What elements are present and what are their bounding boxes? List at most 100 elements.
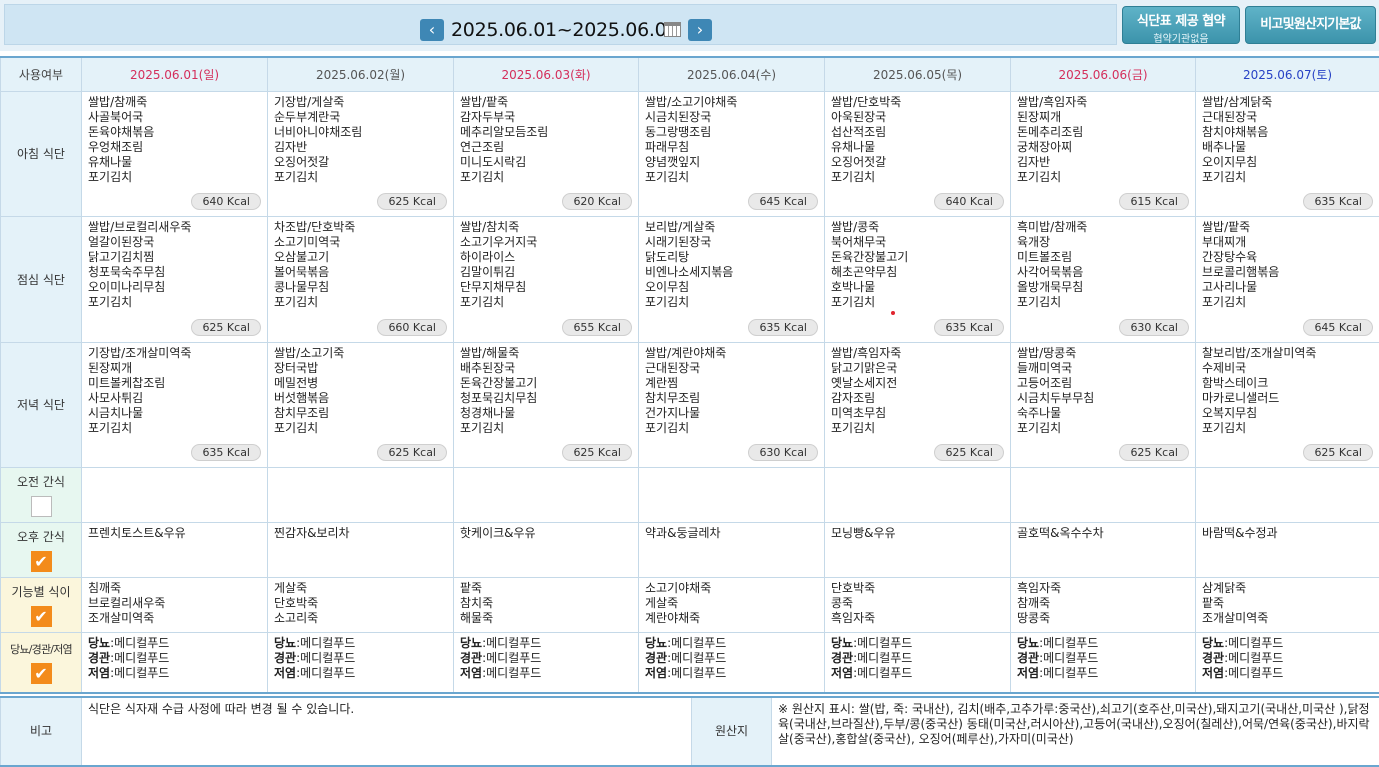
menu-item: 동그랑땡조림 <box>645 124 712 139</box>
menu-item: 배추나물 <box>1202 139 1247 154</box>
menu-item: 너비아니야채조림 <box>274 124 363 139</box>
breakfast-cell[interactable]: 쌀밥/참깨죽 사골북어국 돈육야채볶음 우엉채조림 유채나물 포기김치 640 Kcal <box>81 90 268 217</box>
menu-item: 포기김치 <box>645 294 690 309</box>
menu-item: 소고기우거지국 <box>460 234 538 249</box>
lunch-cell[interactable]: 보리밥/게살죽 시래기된장국 닭도리탕 비엔나소세지볶음 오이무침 포기김치 635 Kca… <box>638 215 825 343</box>
prev-week-button[interactable]: ‹ <box>420 19 444 41</box>
diet-item: 참깨죽 <box>1017 595 1051 610</box>
menu-item: 된장찌개 <box>1017 109 1062 124</box>
dinner-cell[interactable]: 기장밥/조개살미역죽 된장찌개 미트볼케찹조림 사모사튀김 시금치나물 포기김치 635 K… <box>81 341 268 468</box>
lunch-cell[interactable]: 흑미밥/참깨죽 육개장 미트볼조림 사각어묵볶음 올방개묵무침 포기김치 630 Kcal <box>1010 215 1196 343</box>
dinner-cell[interactable]: 찰보리밥/조개살미역죽 수제비국 함박스테이크 마카로니샐러드 오복지무침 포기김치 625… <box>1195 341 1379 468</box>
menu-item: 감자조림 <box>831 390 876 405</box>
breakfast-cell[interactable]: 쌀밥/삼계닭죽 근대된장국 참치야채볶음 배추나물 오이지무침 포기김치 635 Kcal <box>1195 90 1379 217</box>
diabetes-cell[interactable]: 당뇨:메디컬푸드 경관:메디컬푸드 저염:메디컬푸드 <box>638 631 825 694</box>
menu-item: 순두부계란국 <box>274 109 341 124</box>
am_snack-cell[interactable] <box>638 466 825 523</box>
lunch-cell[interactable]: 쌀밥/콩죽 북어채무국 돈육간장불고기 해초곤약무침 호박나물 포기김치 635 Kcal <box>824 215 1011 343</box>
day-header: 2025.06.05(목) <box>824 56 1011 92</box>
special-diet-type: 경관 <box>645 650 668 665</box>
menu-item: 닭고기김치찜 <box>88 249 155 264</box>
pm_snack-cell[interactable]: 바람떡&수정과 <box>1195 521 1379 578</box>
diet-item: 팥죽 <box>1202 595 1225 610</box>
breakfast-cell[interactable]: 쌀밥/소고기야채죽 시금치된장국 동그랑땡조림 파래무침 양념깻잎지 포기김치 645 Kc… <box>638 90 825 217</box>
menu-item: 시금치나물 <box>88 405 144 420</box>
functional-checkbox[interactable]: ✔ <box>30 605 52 627</box>
am_snack-cell[interactable] <box>453 466 639 523</box>
pm_snack-cell[interactable]: 모닝빵&우유 <box>824 521 1011 578</box>
origin-default-button[interactable]: 비고및원산지기본값 <box>1245 6 1376 44</box>
functional-cell[interactable]: 소고기야채죽 게살죽 계란야채죽 <box>638 576 825 633</box>
special-diet-line: 저염:메디컬푸드 <box>1202 666 1373 681</box>
am_snack-cell[interactable] <box>824 466 1011 523</box>
menu-item: 수제비국 <box>1202 360 1247 375</box>
snack-item: 바람떡&수정과 <box>1202 525 1278 540</box>
diabetes-cell[interactable]: 당뇨:메디컬푸드 경관:메디컬푸드 저염:메디컬푸드 <box>1010 631 1196 694</box>
kcal-badge: 625 Kcal <box>1119 443 1189 461</box>
diabetes-checkbox[interactable]: ✔ <box>30 662 52 684</box>
breakfast-cell[interactable]: 쌀밥/팥죽 감자두부국 메추리알모듬조림 연근조림 미니도시락김 포기김치 620 Kcal <box>453 90 639 217</box>
kcal-badge: 625 Kcal <box>562 443 632 461</box>
functional-cell[interactable]: 흑임자죽 참깨죽 땅콩죽 <box>1010 576 1196 633</box>
breakfast-cell[interactable]: 쌀밥/흑임자죽 된장찌개 돈메추리조림 궁채장아찌 김자반 포기김치 615 Kcal <box>1010 90 1196 217</box>
pm_snack-cell[interactable]: 골호떡&옥수수차 <box>1010 521 1196 578</box>
menu-item: 미트볼조림 <box>1017 249 1073 264</box>
dinner-cell[interactable]: 쌀밥/계란야채죽 근대된장국 계란찜 참치무조림 건가지나물 포기김치 630 Kcal <box>638 341 825 468</box>
breakfast-cell[interactable]: 기장밥/게살죽 순두부계란국 너비아니야채조림 김자반 오징어젓갈 포기김치 625 Kca… <box>267 90 454 217</box>
menu-item: 포기김치 <box>1017 420 1062 435</box>
functional-cell[interactable]: 게살죽 단호박죽 소고리죽 <box>267 576 454 633</box>
functional-cell[interactable]: 삼계닭죽 팥죽 조개살미역죽 <box>1195 576 1379 633</box>
diabetes-cell[interactable]: 당뇨:메디컬푸드 경관:메디컬푸드 저염:메디컬푸드 <box>453 631 639 694</box>
dinner-cell[interactable]: 쌀밥/해물죽 배추된장국 돈육간장불고기 청포묵김치무침 청경채나물 포기김치 625 Kc… <box>453 341 639 468</box>
menu-item: 우엉채조림 <box>88 139 144 154</box>
diet-item: 참치죽 <box>460 595 494 610</box>
pm_snack-cell[interactable]: 프렌치토스트&우유 <box>81 521 268 578</box>
snack-item: 찐감자&보리차 <box>274 525 350 540</box>
pm_snack-cell[interactable]: 핫케이크&우유 <box>453 521 639 578</box>
functional-cell[interactable]: 팥죽 참치죽 해물죽 <box>453 576 639 633</box>
next-week-button[interactable]: › <box>688 19 712 41</box>
contract-button[interactable]: 식단표 제공 협약 협약기관없음 <box>1122 6 1240 45</box>
breakfast-cell[interactable]: 쌀밥/단호박죽 아욱된장국 섭산적조림 유채나물 오징어젓갈 포기김치 640 Kcal <box>824 90 1011 217</box>
special-diet-value: :메디컬푸드 <box>110 650 170 665</box>
lunch-cell[interactable]: 쌀밥/브로컬리새우죽 얼갈이된장국 닭고기김치찜 청포묵숙주무침 오이미나리무침 포기김치… <box>81 215 268 343</box>
special-diet-value: :메디컬푸드 <box>853 665 913 680</box>
functional-cell[interactable]: 침깨죽 브로컬리새우죽 조개살미역죽 <box>81 576 268 633</box>
am_snack-cell[interactable] <box>1010 466 1196 523</box>
dinner-cell[interactable]: 쌀밥/땅콩죽 들깨미역국 고등어조림 시금치두부무침 숙주나물 포기김치 625 Kcal <box>1010 341 1196 468</box>
dinner-cell[interactable]: 쌀밥/소고기죽 장터국밥 메밀전병 버섯햄볶음 참치무조림 포기김치 625 Kcal <box>267 341 454 468</box>
snack-item: 골호떡&옥수수차 <box>1017 525 1104 540</box>
pm_snack-checkbox[interactable]: ✔ <box>30 550 52 572</box>
am_snack-checkbox[interactable] <box>30 495 52 517</box>
menu-item: 올방개묵무침 <box>1017 279 1084 294</box>
diabetes-cell[interactable]: 당뇨:메디컬푸드 경관:메디컬푸드 저염:메디컬푸드 <box>1195 631 1379 694</box>
am_snack-cell[interactable] <box>81 466 268 523</box>
am_snack-cell[interactable] <box>1195 466 1379 523</box>
menu-item: 흑미밥/참깨죽 <box>1017 219 1088 234</box>
lunch-cell[interactable]: 쌀밥/팥죽 부대찌개 간장탕수육 브로콜리햄볶음 고사리나물 포기김치 645 Kcal <box>1195 215 1379 343</box>
lunch-cell[interactable]: 차조밥/단호박죽 소고기미역국 오삼불고기 볼어묵볶음 콩나물무침 포기김치 660 Kca… <box>267 215 454 343</box>
origin-text[interactable]: ※ 원산지 표시: 쌀(밥, 죽: 국내산), 김치(배추,고추가루:중국산),… <box>771 696 1379 767</box>
pm_snack-cell[interactable]: 찐감자&보리차 <box>267 521 454 578</box>
diabetes-cell[interactable]: 당뇨:메디컬푸드 경관:메디컬푸드 저염:메디컬푸드 <box>824 631 1011 694</box>
pm_snack-cell[interactable]: 약과&둥글레차 <box>638 521 825 578</box>
functional-cell[interactable]: 단호박죽 콩죽 흑임자죽 <box>824 576 1011 633</box>
remark-text[interactable]: 식단은 식자재 수급 사정에 따라 변경 될 수 있습니다. <box>81 696 692 767</box>
calendar-icon[interactable] <box>664 22 681 37</box>
diabetes-cell[interactable]: 당뇨:메디컬푸드 경관:메디컬푸드 저염:메디컬푸드 <box>81 631 268 694</box>
special-diet-line: 경관:메디컬푸드 <box>1017 651 1189 666</box>
kcal-badge: 625 Kcal <box>1303 443 1373 461</box>
diabetes-row: 당뇨/경관/저염 ✔ 당뇨:메디컬푸드 경관:메디컬푸드 저염:메디컬푸드 당뇨:메디컬푸… <box>0 631 1379 694</box>
diabetes-cell[interactable]: 당뇨:메디컬푸드 경관:메디컬푸드 저염:메디컬푸드 <box>267 631 454 694</box>
menu-item: 포기김치 <box>88 294 133 309</box>
pm_snack-header: 오후 간식 ✔ <box>0 521 82 578</box>
special-diet-value: :메디컬푸드 <box>482 650 542 665</box>
menu-item: 오징어젓갈 <box>831 154 887 169</box>
dinner-cell[interactable]: 쌀밥/흑임자죽 닭고기맑은국 옛날소세지전 감자조림 미역초무침 포기김치 625 Kcal <box>824 341 1011 468</box>
menu-item: 미트볼케찹조림 <box>88 375 166 390</box>
lunch-label: 점심 식단 <box>0 215 82 343</box>
lunch-cell[interactable]: 쌀밥/참치죽 소고기우거지국 하이라이스 김말이튀김 단무지채무침 포기김치 655 Kca… <box>453 215 639 343</box>
am_snack-cell[interactable] <box>267 466 454 523</box>
diet-item: 해물죽 <box>460 610 494 625</box>
menu-item: 김자반 <box>274 139 308 154</box>
